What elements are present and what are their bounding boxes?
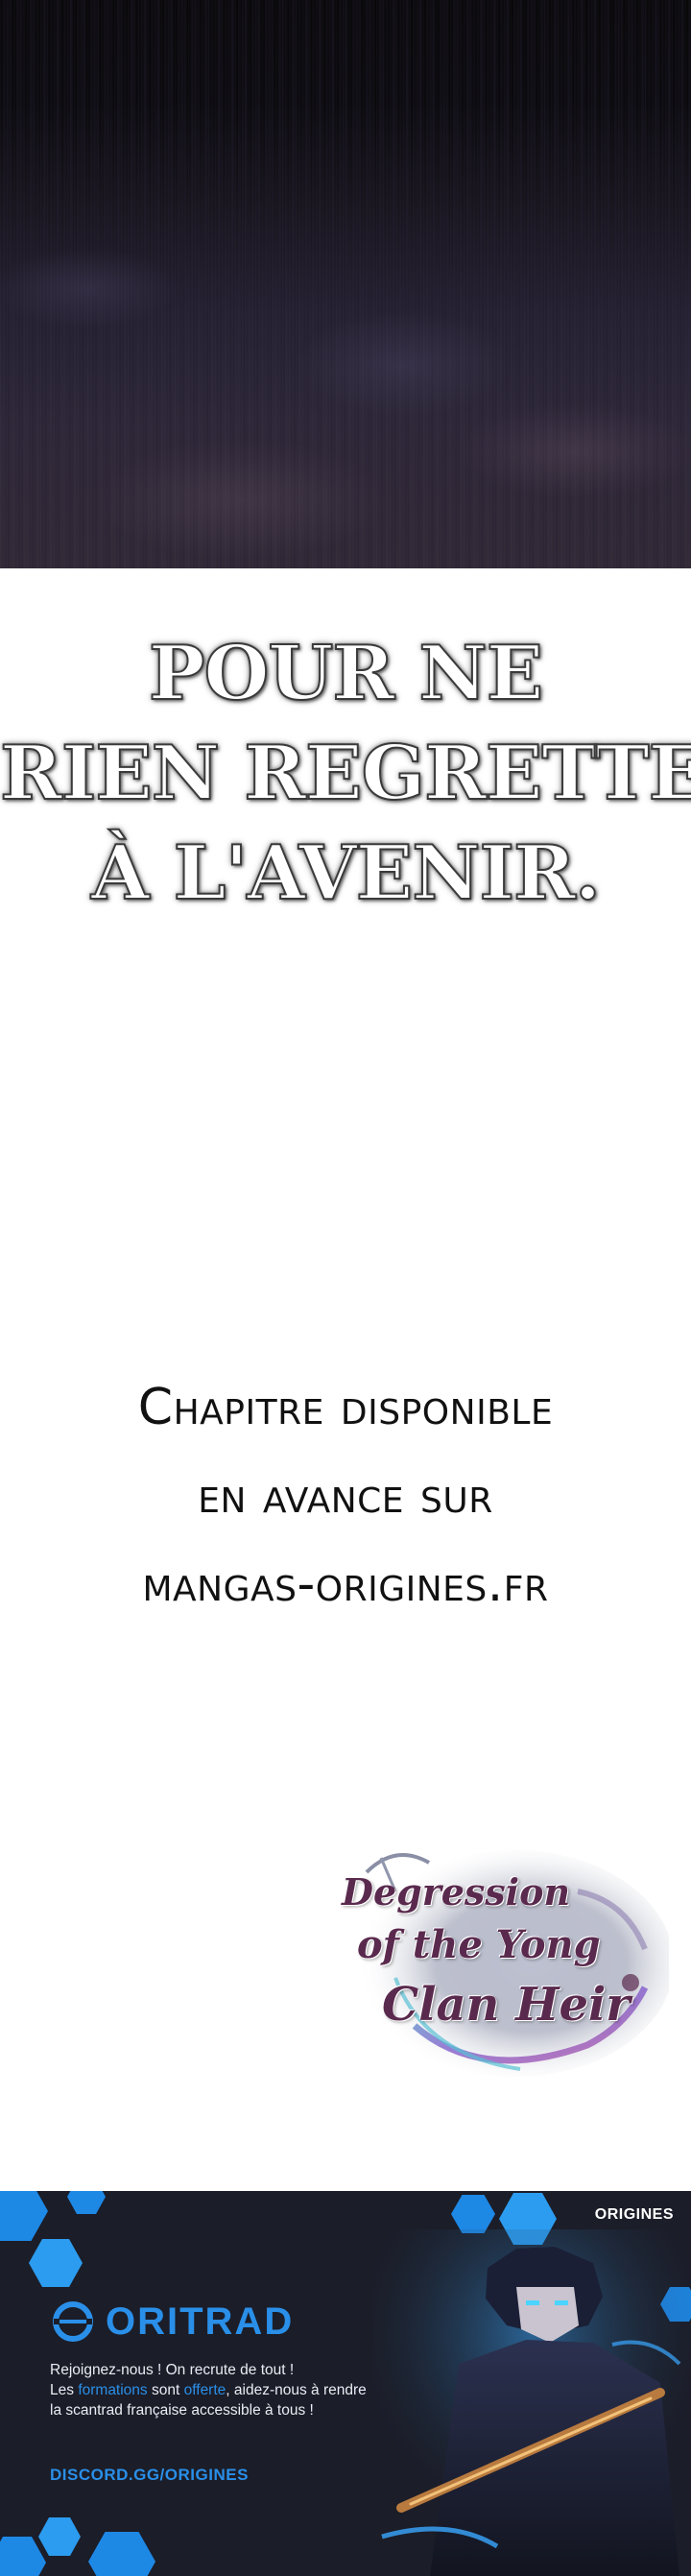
series-logo: Degression of the Yong Clan Heir	[338, 1834, 669, 2093]
copy-sont: sont	[147, 2382, 184, 2398]
recruitment-line-2: Les formations sont offerte, aidez-nous …	[50, 2380, 367, 2420]
logo-line-2: of the Yong	[357, 1922, 601, 1967]
promo-line-1: Chapitre disponible	[137, 1379, 554, 1436]
comic-page: POUR NE RIEN REGRETTER À L'AVENIR. Chapi…	[0, 0, 691, 2576]
origines-logo: ORIGINES	[594, 2206, 674, 2223]
copy-les: Les	[50, 2382, 79, 2398]
promo-text: Chapitre disponible en avance sur mangas…	[0, 1363, 691, 1628]
oritrad-brand: ORITRAD	[50, 2297, 294, 2347]
discord-link[interactable]: DISCORD.GG/ORIGINES	[50, 2466, 249, 2485]
recruitment-banner: ORIGINES ORITRAD Rejoignez-nous ! On rec…	[0, 2191, 691, 2576]
hexagon-decoration	[0, 2191, 48, 2241]
caption-line-3: À L'AVENIR.	[90, 829, 602, 918]
promo-line-3: mangas-origines.fr	[142, 1555, 549, 1613]
offerte-highlight: offerte	[183, 2382, 226, 2398]
formations-highlight: formations	[78, 2382, 148, 2398]
oritrad-ring-icon	[53, 2301, 93, 2342]
logo-line-3: Clan Heir	[382, 1978, 631, 2032]
caption-text: POUR NE RIEN REGRETTER À L'AVENIR.	[0, 624, 691, 924]
recruitment-line-1: Rejoignez-nous ! On recrute de tout !	[50, 2362, 295, 2378]
logo-line-1: Degression	[342, 1870, 571, 1914]
hexagon-decoration	[67, 2191, 106, 2214]
caption-line-1: POUR NE	[148, 629, 544, 718]
caption-line-2: RIEN REGRETTER	[0, 729, 691, 818]
hexagon-decoration	[29, 2239, 83, 2287]
dark-textured-panel	[0, 0, 691, 568]
hexagon-decoration	[451, 2195, 495, 2233]
character-illustration	[372, 2229, 691, 2576]
recruitment-text: Rejoignez-nous ! On recrute de tout ! Le…	[50, 2360, 367, 2420]
oritrad-title: ORITRAD	[106, 2299, 295, 2343]
panel-haze	[0, 0, 691, 568]
promo-line-2: en avance sur	[198, 1467, 493, 1525]
hexagon-decoration	[38, 2517, 81, 2556]
hexagon-decoration	[88, 2532, 155, 2576]
hexagon-decoration	[0, 2537, 46, 2576]
